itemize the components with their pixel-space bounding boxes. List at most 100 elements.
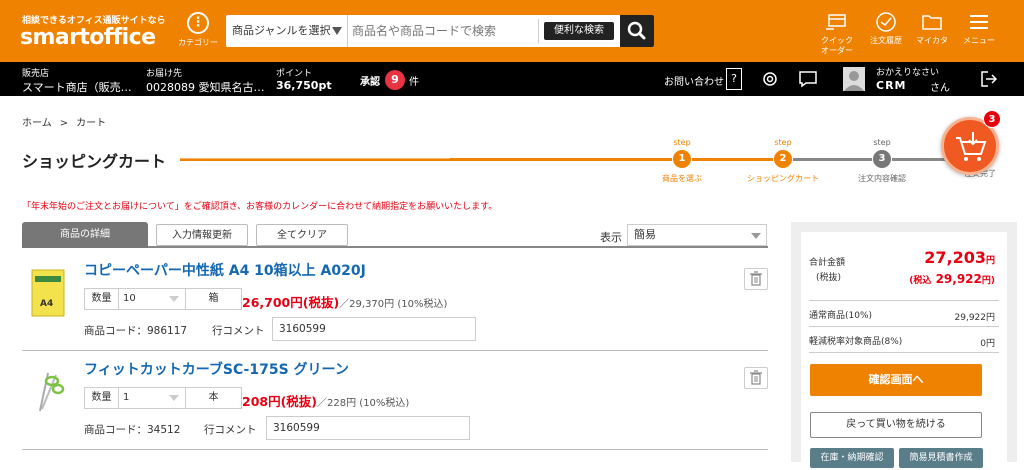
total-unit: 円 — [985, 256, 995, 266]
quantity-value[interactable]: 1 — [123, 388, 129, 408]
delete-button[interactable] — [744, 367, 768, 389]
site-logo[interactable]: smartoffice — [20, 25, 156, 50]
user-icon — [844, 71, 864, 91]
category-label: カテゴリー — [178, 38, 218, 47]
greeting: おかえりなさい — [876, 68, 940, 78]
step-2-tag: step — [774, 138, 792, 147]
quantity-stepper[interactable]: 数量 10 箱 — [84, 288, 242, 310]
price: 26,700円(税抜)／29,370円 (10%税込) — [242, 292, 447, 311]
divider — [809, 352, 999, 353]
quick-order-label: クイック オーダー — [821, 36, 853, 55]
my-catalog-label: マイカタ — [916, 36, 948, 45]
step-1-tag: step — [673, 138, 691, 147]
avatar[interactable] — [843, 67, 865, 91]
total-value: 27,203円 — [924, 248, 995, 267]
cart-item: フィットカットカーブSC-175S グリーン 数量 1 本 208円(税抜)／2… — [22, 355, 768, 457]
dropdown-arrow-icon — [332, 27, 342, 35]
scissors-product-image[interactable] — [30, 367, 66, 417]
quantity-label: 数量 — [85, 388, 119, 408]
total-incl-tax: (税込 29,922円) — [909, 272, 995, 286]
order-history-icon — [876, 12, 896, 32]
taxin-prefix: (税込 — [909, 276, 932, 286]
line-comment-input[interactable]: 3160599 — [266, 416, 470, 440]
normal-items-label: 通常商品(10%) — [809, 311, 873, 321]
breadcrumb-separator: > — [59, 118, 69, 129]
menu-label: メニュー — [963, 36, 995, 45]
divider — [809, 326, 999, 327]
step-3-number: 3 — [872, 149, 892, 169]
continue-shopping-button[interactable]: 戻って買い物を続ける — [810, 412, 982, 438]
confirm-button[interactable]: 確認画面へ — [810, 364, 982, 396]
trash-icon — [750, 370, 762, 385]
delivery-address[interactable]: 0028089 愛知県名古… — [146, 79, 265, 95]
update-button[interactable]: 入力情報更新 — [156, 224, 248, 246]
breadcrumb-home[interactable]: ホーム — [22, 118, 52, 129]
step-3: step 3 注文内容確認 — [842, 138, 922, 184]
total-sublabel: (税抜) — [816, 273, 842, 283]
cart-count-badge: 3 — [983, 110, 1001, 128]
price: 208円(税抜)／228円 (10%税込) — [242, 391, 409, 410]
quantity-unit: 箱 — [185, 289, 241, 309]
quantity-unit: 本 — [185, 388, 241, 408]
line-comment-input[interactable]: 3160599 — [272, 317, 476, 341]
search-bar: 商品ジャンルを選択 便利な検索 — [226, 15, 654, 47]
shop-name[interactable]: スマート商店（販売… — [22, 79, 132, 95]
chat-icon[interactable] — [798, 69, 818, 89]
quick-order-button[interactable]: クイック オーダー — [815, 10, 859, 56]
search-input[interactable] — [352, 19, 532, 43]
settings-icon[interactable] — [760, 69, 780, 89]
step-2-label: ショッピングカート — [747, 174, 819, 183]
tab-details[interactable]: 商品の詳細 — [22, 222, 148, 248]
taxin-unit: 円) — [981, 276, 995, 286]
step-1-number: 1 — [672, 149, 692, 169]
cart-icon — [956, 132, 987, 161]
price-incl-tax: ／228円 (10%税込) — [317, 398, 410, 409]
product-code-value: 986117 — [147, 325, 188, 337]
line-comment-label: 行コメント — [212, 325, 265, 337]
help-icon[interactable]: ? — [726, 68, 742, 90]
step-3-tag: step — [873, 138, 891, 147]
product-code: 商品コード：34512 — [84, 422, 180, 437]
display-label: 表示 — [600, 231, 622, 244]
approval-label[interactable]: 承認 — [360, 73, 380, 88]
step-2: step 2 ショッピングカート — [743, 138, 823, 184]
search-button[interactable] — [620, 15, 654, 47]
page-title: ショッピングカート — [22, 152, 167, 171]
delete-button[interactable] — [744, 268, 768, 290]
stock-check-button[interactable]: 在庫・納期確認 — [810, 448, 894, 468]
display-mode-select[interactable]: 簡易 — [627, 224, 767, 246]
normal-items-value: 29,922円 — [954, 313, 996, 323]
menu-button[interactable]: メニュー — [957, 10, 1001, 56]
logout-icon[interactable] — [978, 69, 998, 89]
advanced-search-button[interactable]: 便利な検索 — [544, 22, 614, 40]
quantity-value[interactable]: 10 — [123, 289, 136, 309]
points-label: ポイント — [276, 69, 313, 79]
breadcrumb: ホーム > カート — [22, 114, 114, 129]
approval-count-badge[interactable]: 9 — [385, 70, 405, 90]
product-name[interactable]: フィットカットカーブSC-175S グリーン — [84, 359, 349, 379]
honorific: さん — [930, 83, 950, 94]
genre-select[interactable]: 商品ジャンルを選択 — [226, 15, 348, 47]
category-button[interactable]: ⋮ カテゴリー — [178, 12, 218, 54]
divider — [809, 300, 999, 301]
contact-link[interactable]: お問い合わせ — [664, 73, 724, 88]
total-amount: 27,203 — [924, 248, 986, 267]
quantity-label: 数量 — [85, 289, 119, 309]
product-code-label: 商品コード： — [84, 325, 147, 337]
my-catalog-button[interactable]: マイカタ — [910, 10, 954, 56]
copy-paper-product-image[interactable]: A4 — [30, 268, 66, 318]
points-value: 36,750pt — [276, 79, 332, 92]
product-name[interactable]: コピーペーパー中性紙 A4 10箱以上 A020J — [84, 260, 366, 280]
quantity-stepper[interactable]: 数量 1 本 — [84, 387, 242, 409]
step-2-number: 2 — [773, 149, 793, 169]
price-incl-tax: ／29,370円 (10%税込) — [339, 299, 448, 310]
quote-button[interactable]: 簡易見積書作成 — [899, 448, 983, 468]
reduced-items-value: 0円 — [980, 339, 995, 349]
clear-all-button[interactable]: 全てクリア — [256, 224, 348, 246]
user-name: CRM — [876, 79, 907, 92]
step-3-label: 注文内容確認 — [858, 174, 906, 183]
order-history-button[interactable]: 注文履歴 — [864, 10, 908, 56]
divider — [538, 19, 539, 43]
year-end-notice[interactable]: 「年末年始のご注文とお届けについて」をご確認頂き、お客様のカレンダーに合わせて納… — [22, 199, 497, 212]
price-excl-tax: 208円(税抜) — [242, 394, 318, 409]
